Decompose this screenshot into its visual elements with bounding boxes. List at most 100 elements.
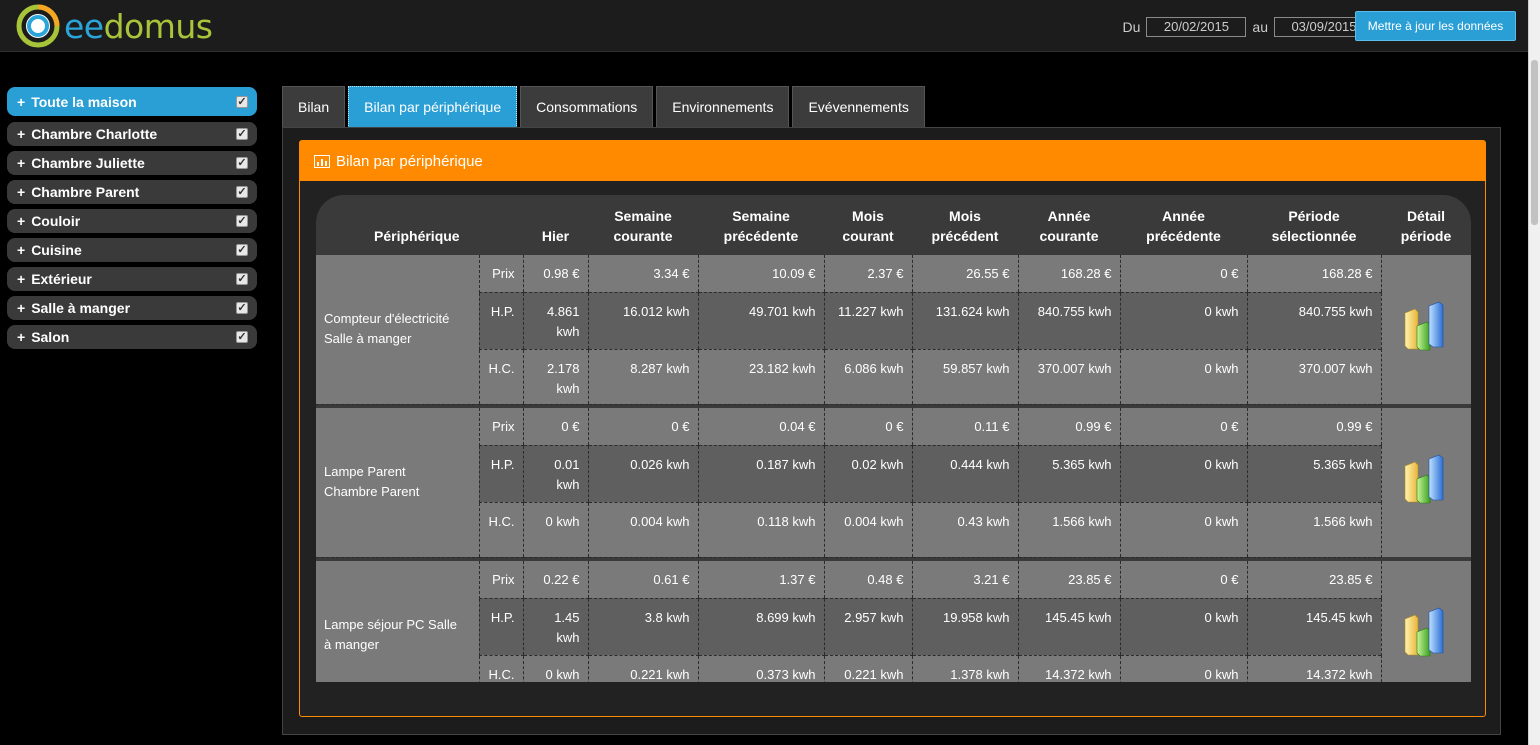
expand-plus-icon[interactable]: + xyxy=(17,94,25,110)
row-label: Prix xyxy=(478,561,523,599)
room-checkbox[interactable]: ✓ xyxy=(236,186,248,198)
room-checkbox[interactable]: ✓ xyxy=(236,215,248,227)
table-cell: 0.444 kwh xyxy=(911,445,1018,503)
table-cell: 3.21 € xyxy=(911,561,1018,599)
eedomus-logo[interactable]: eedomus xyxy=(16,4,213,48)
column-header-hier: Hier xyxy=(541,228,570,244)
expand-plus-icon[interactable]: + xyxy=(17,155,25,171)
column-header-peripherique: Périphérique xyxy=(374,228,460,244)
panel-title: Bilan par périphérique xyxy=(336,152,483,170)
table-cell: 1.378 kwh xyxy=(911,655,1018,682)
table-cell: 11.227 kwh xyxy=(823,292,912,350)
detail-period-button[interactable] xyxy=(1380,561,1471,682)
scrollbar-thumb[interactable] xyxy=(1531,60,1538,225)
table-row: H.P. 1.45 kwh 3.8 kwh 8.699 kwh 2.957 kwh 19.9… xyxy=(316,598,1471,656)
table-cell: 0.026 kwh xyxy=(587,445,698,503)
expand-plus-icon[interactable]: + xyxy=(17,126,25,142)
sidebar-item-label: Salon xyxy=(31,329,70,345)
expand-plus-icon[interactable]: + xyxy=(17,300,25,316)
table-cell: 0.118 kwh xyxy=(697,502,824,558)
sidebar-item-3[interactable]: + Chambre Parent ✓ xyxy=(7,180,257,204)
row-label: H.C. xyxy=(478,655,523,682)
table-cell: 840.755 kwh xyxy=(1246,292,1381,350)
sidebar-item-2[interactable]: + Chambre Juliette ✓ xyxy=(7,151,257,175)
bar-chart-icon xyxy=(1404,607,1444,656)
table-cell: 0.99 € xyxy=(1017,408,1120,446)
room-checkbox[interactable]: ✓ xyxy=(236,244,248,256)
table-cell: 370.007 kwh xyxy=(1017,349,1120,405)
sidebar-item-5[interactable]: + Cuisine ✓ xyxy=(7,238,257,262)
expand-plus-icon[interactable]: + xyxy=(17,242,25,258)
table-cell: 131.624 kwh xyxy=(911,292,1018,350)
column-header-detail-periode: Détail période xyxy=(1400,208,1452,244)
table-cell: 8.287 kwh xyxy=(587,349,698,405)
expand-plus-icon[interactable]: + xyxy=(17,213,25,229)
table-cell: 2.37 € xyxy=(823,255,912,293)
table-cell: 0.004 kwh xyxy=(587,502,698,558)
expand-plus-icon[interactable]: + xyxy=(17,184,25,200)
table-cell: 0.221 kwh xyxy=(823,655,912,682)
sidebar-item-label: Chambre Parent xyxy=(31,184,140,200)
page-scrollbar[interactable] xyxy=(1528,0,1540,745)
room-sidebar: + Toute la maison ✓ + Chambre Charlotte ✓ + Cha… xyxy=(7,87,257,354)
table-cell: 3.8 kwh xyxy=(587,598,698,656)
app-header: eedomus Du 20/02/2015 au 03/09/2015 Mett… xyxy=(0,0,1528,52)
table-cell: 145.45 kwh xyxy=(1246,598,1381,656)
table-cell: 0.04 € xyxy=(697,408,824,446)
room-checkbox[interactable]: ✓ xyxy=(236,128,248,140)
expand-plus-icon[interactable]: + xyxy=(17,271,25,287)
table-cell: 14.372 kwh xyxy=(1246,655,1381,682)
row-label: H.P. xyxy=(478,292,523,350)
room-checkbox[interactable]: ✓ xyxy=(236,302,248,314)
device-name: Lampe séjour PC Salle à manger xyxy=(316,561,479,682)
room-checkbox[interactable]: ✓ xyxy=(236,331,248,343)
table-cell: 23.182 kwh xyxy=(697,349,824,405)
table-row: Lampe séjour PC Salle à manger Prix 0.22 €0… xyxy=(316,561,1471,682)
column-header-semaine-courante: Semaine courante xyxy=(613,208,673,244)
table-row: H.P. 4.861 kwh 16.012 kwh 49.701 kwh 11.227 k… xyxy=(316,292,1471,350)
table-cell: 0.48 € xyxy=(823,561,912,599)
sidebar-item-6[interactable]: + Extérieur ✓ xyxy=(7,267,257,291)
table-cell: 14.372 kwh xyxy=(1017,655,1120,682)
table-cell: 0.61 € xyxy=(587,561,698,599)
tab-bar: Bilan Bilan par périphérique Consommations… xyxy=(282,86,928,128)
sidebar-item-0[interactable]: + Toute la maison ✓ xyxy=(7,87,257,116)
table-cell: 840.755 kwh xyxy=(1017,292,1120,350)
table-cell: 23.85 € xyxy=(1246,561,1381,599)
room-checkbox[interactable]: ✓ xyxy=(236,273,248,285)
table-cell: 0.004 kwh xyxy=(823,502,912,558)
table-cell: 0 kwh xyxy=(522,502,588,558)
room-checkbox[interactable]: ✓ xyxy=(236,95,248,108)
tab-4[interactable]: Evévennements xyxy=(792,86,925,128)
sidebar-item-1[interactable]: + Chambre Charlotte ✓ xyxy=(7,122,257,146)
bar-chart-small-icon xyxy=(314,154,330,168)
detail-period-button[interactable] xyxy=(1380,408,1471,557)
sidebar-item-label: Cuisine xyxy=(31,242,82,258)
table-cell: 2.957 kwh xyxy=(823,598,912,656)
date-from-input[interactable]: 20/02/2015 xyxy=(1146,17,1247,37)
table-cell: 0.02 kwh xyxy=(823,445,912,503)
detail-period-button[interactable] xyxy=(1380,255,1471,404)
sidebar-item-8[interactable]: + Salon ✓ xyxy=(7,325,257,349)
date-range: Du 20/02/2015 au 03/09/2015 xyxy=(1117,17,1374,37)
table-cell: 168.28 € xyxy=(1017,255,1120,293)
table-cell: 5.365 kwh xyxy=(1246,445,1381,503)
update-data-button[interactable]: Mettre à jour les données xyxy=(1355,11,1516,41)
room-checkbox[interactable]: ✓ xyxy=(236,157,248,169)
column-header-mois-courant: Mois courant xyxy=(842,208,894,244)
table-cell: 0 € xyxy=(1119,255,1247,293)
sidebar-item-7[interactable]: + Salle à manger ✓ xyxy=(7,296,257,320)
tab-1[interactable]: Bilan par périphérique xyxy=(348,86,518,128)
table-row: H.C. 0 kwh 0.004 kwh 0.118 kwh 0.004 kwh 0.43… xyxy=(316,502,1471,558)
tab-2[interactable]: Consommations xyxy=(520,86,654,128)
date-to-label: au xyxy=(1252,19,1268,35)
table-cell: 0 kwh xyxy=(1119,445,1247,503)
tab-0[interactable]: Bilan xyxy=(282,86,346,128)
table-cell: 1.37 € xyxy=(697,561,824,599)
panel-header: Bilan par périphérique xyxy=(300,141,1485,181)
tab-3[interactable]: Environnements xyxy=(656,86,790,128)
expand-plus-icon[interactable]: + xyxy=(17,329,25,345)
table-cell: 49.701 kwh xyxy=(697,292,824,350)
table-cell: 26.55 € xyxy=(911,255,1018,293)
sidebar-item-4[interactable]: + Couloir ✓ xyxy=(7,209,257,233)
